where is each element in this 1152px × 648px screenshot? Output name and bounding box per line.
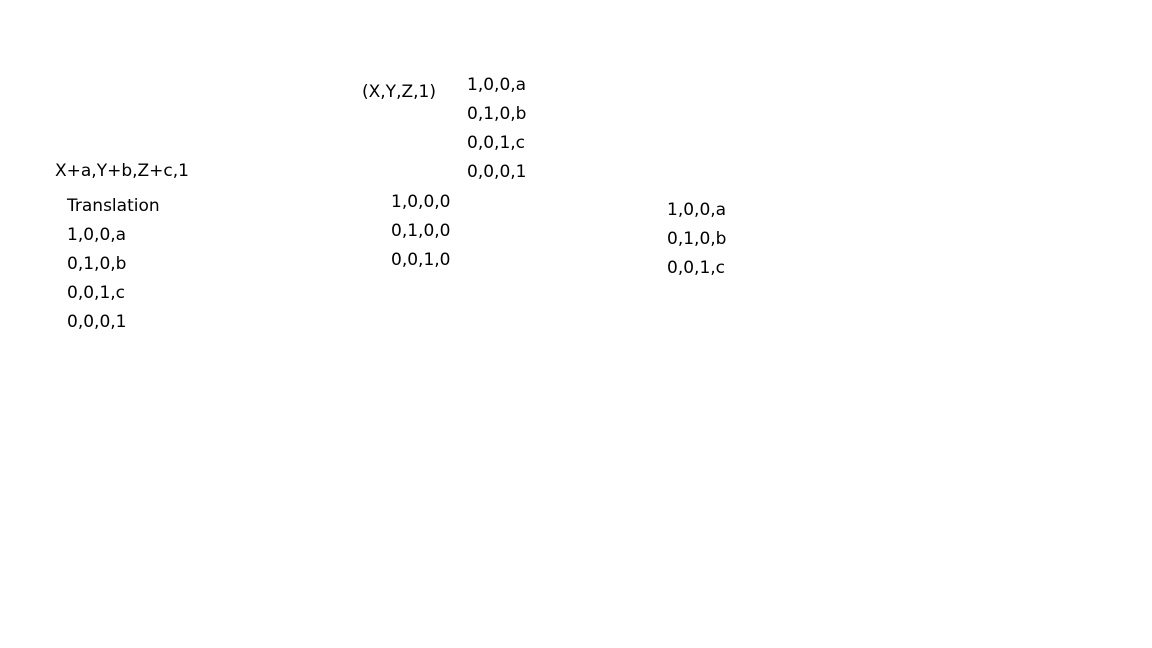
matrix-middle-row: 1,0,0,0 — [391, 192, 451, 212]
matrix-right-row: 1,0,0,a — [667, 200, 727, 220]
matrix-top: 1,0,0,a 0,1,0,b 0,0,1,c 0,0,0,1 — [467, 71, 526, 187]
matrix-middle: 1,0,0,0 0,1,0,0 0,0,1,0 — [391, 188, 450, 275]
matrix-top-row: 0,0,1,c — [467, 133, 526, 153]
matrix-middle-row: 0,1,0,0 — [391, 221, 451, 241]
matrix-right: 1,0,0,a 0,1,0,b 0,0,1,c — [667, 196, 726, 283]
translation-row: 0,0,1,c — [67, 283, 126, 303]
translation-row: 1,0,0,a — [67, 225, 127, 245]
result-text: X+a,Y+b,Z+c,1 — [55, 161, 189, 181]
translation-row: 0,1,0,b — [67, 254, 127, 274]
vector-text: (X,Y,Z,1) — [362, 82, 436, 102]
translation-row: 0,0,0,1 — [67, 312, 127, 332]
matrix-right-row: 0,1,0,b — [667, 229, 727, 249]
matrix-top-row: 1,0,0,a — [467, 75, 527, 95]
matrix-top-row: 0,1,0,b — [467, 104, 527, 124]
matrix-right-row: 0,0,1,c — [667, 258, 726, 278]
matrix-top-row: 0,0,0,1 — [467, 162, 527, 182]
matrix-middle-row: 0,0,1,0 — [391, 250, 451, 270]
translation-block: Translation 1,0,0,a 0,1,0,b 0,0,1,c 0,0,… — [67, 192, 160, 337]
translation-label: Translation — [67, 196, 160, 216]
